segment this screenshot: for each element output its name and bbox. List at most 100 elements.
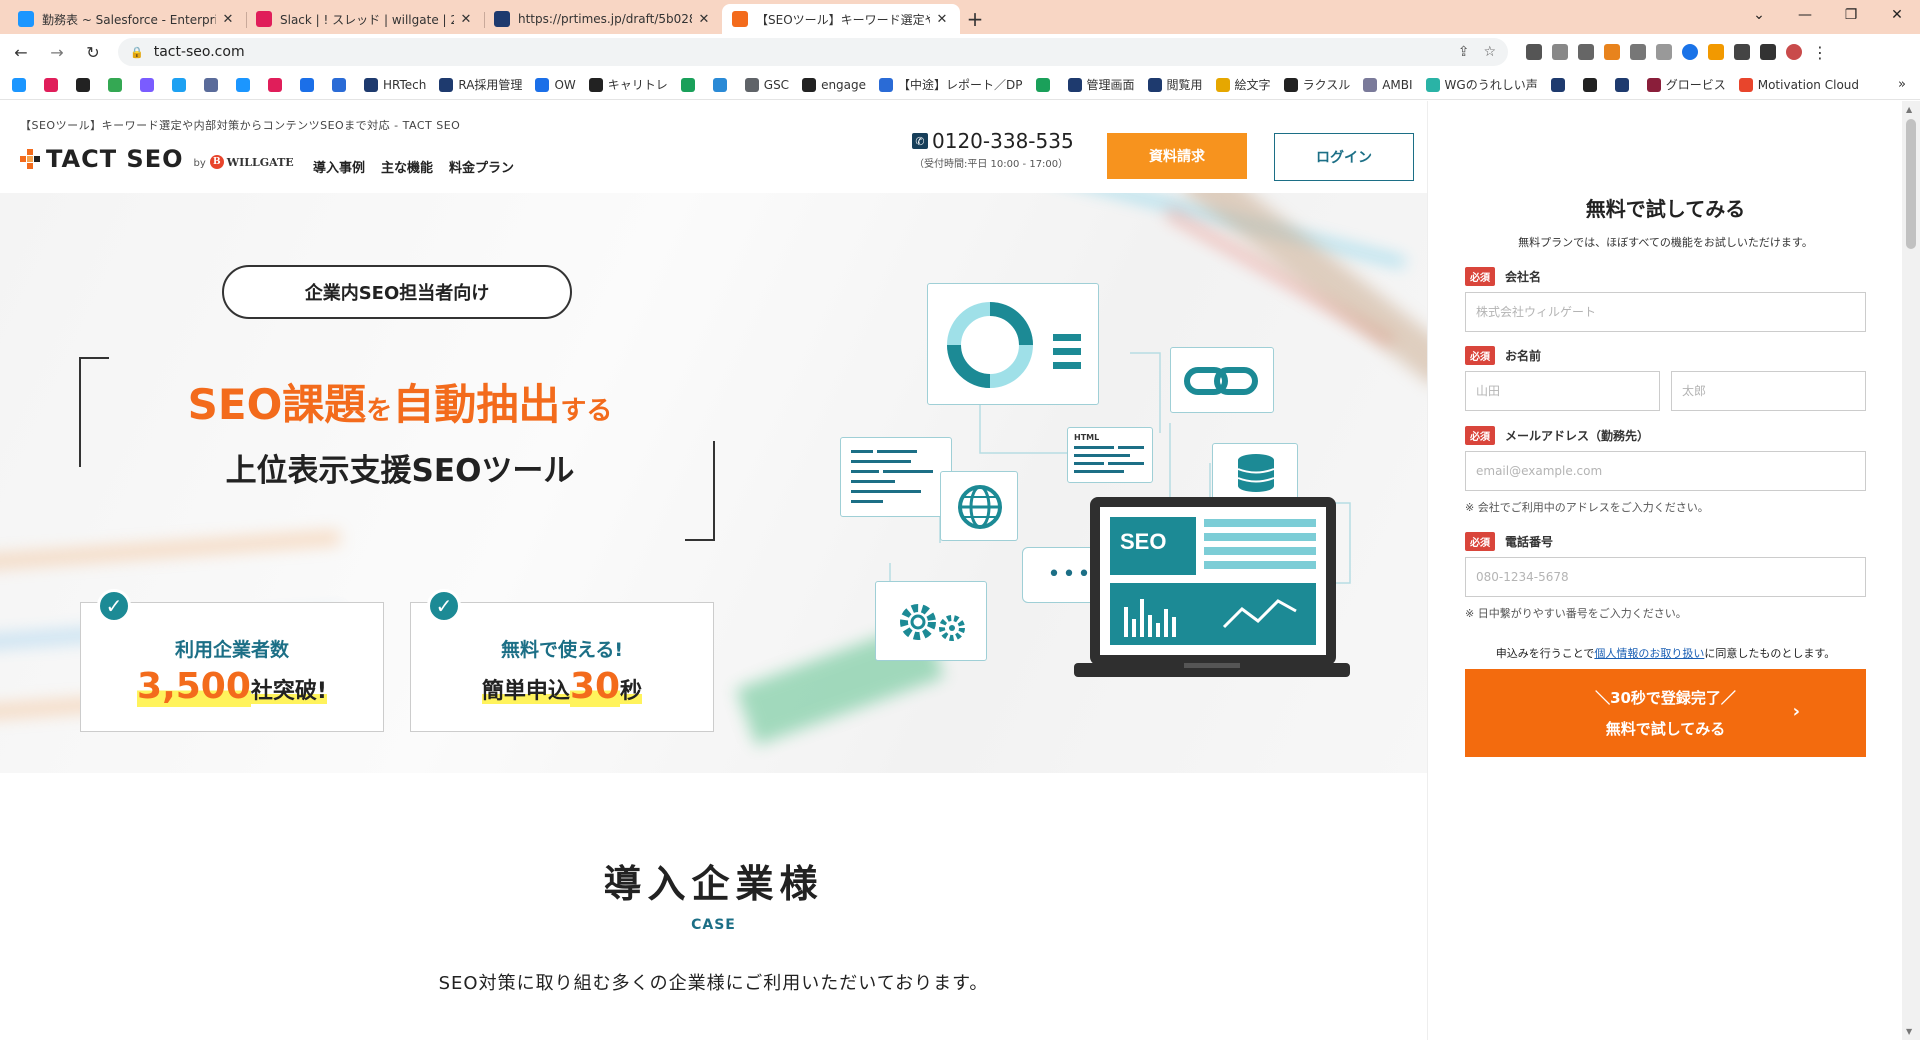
close-tab-icon[interactable]: ✕	[458, 12, 474, 27]
bookmark-item[interactable]	[204, 77, 223, 92]
bookmark-item[interactable]: ラクスル	[1283, 76, 1350, 93]
close-tab-icon[interactable]: ✕	[934, 12, 950, 27]
scrollbar-thumb[interactable]	[1906, 119, 1916, 249]
extension-icon[interactable]	[1682, 44, 1698, 60]
window-controls: ⌄ — ❐ ✕	[1736, 0, 1920, 30]
database-card	[1212, 443, 1298, 501]
bookmark-item[interactable]: グロービス	[1646, 76, 1726, 93]
close-tab-icon[interactable]: ✕	[696, 12, 712, 27]
nav-cases[interactable]: 導入事例	[313, 157, 365, 176]
bookmark-label: OW	[554, 77, 576, 92]
tab-title: Slack | ! スレッド | willgate | 20 件の	[280, 12, 454, 27]
first-name-input[interactable]	[1671, 371, 1866, 411]
bookmark-item[interactable]: AMBI	[1363, 77, 1413, 92]
maximize-icon[interactable]: ❐	[1828, 0, 1874, 30]
browser-tab[interactable]: https://prtimes.jp/draft/5b028fd ✕	[484, 4, 722, 34]
minimize-icon[interactable]: —	[1782, 0, 1828, 30]
side-panel-icon[interactable]	[1760, 44, 1776, 60]
bookmark-item[interactable]: Motivation Cloud	[1738, 77, 1859, 92]
bookmark-item[interactable]	[236, 77, 255, 92]
new-tab-button[interactable]: +	[960, 4, 990, 34]
browser-tab[interactable]: 勤務表 ~ Salesforce - Enterprise ✕	[8, 4, 246, 34]
puzzle-icon[interactable]	[1734, 44, 1750, 60]
bookmark-star-icon[interactable]: ☆	[1483, 44, 1496, 60]
url-omnibox[interactable]: 🔒 tact-seo.com ⇪ ☆	[118, 38, 1508, 66]
bookmark-item[interactable]: 管理画面	[1067, 76, 1135, 93]
bookmark-item[interactable]	[108, 77, 127, 92]
menu-dots-icon[interactable]: ⋮	[1812, 43, 1828, 62]
extension-icon[interactable]	[1578, 44, 1594, 60]
bookmark-item[interactable]	[172, 77, 191, 92]
extension-icon[interactable]	[1630, 44, 1646, 60]
bookmark-item[interactable]: キャリトレ	[588, 76, 668, 93]
bookmark-favicon-icon	[332, 77, 346, 92]
bookmark-item[interactable]	[268, 77, 287, 92]
forward-icon[interactable]: →	[42, 37, 72, 67]
last-name-input[interactable]	[1465, 371, 1660, 411]
reload-icon[interactable]: ↻	[78, 37, 108, 67]
bookmark-item[interactable]: 【中途】レポート／DP	[879, 76, 1023, 93]
tab-search-icon[interactable]: ⌄	[1736, 0, 1782, 30]
bookmark-item[interactable]	[680, 77, 700, 92]
profile-avatar[interactable]	[1786, 44, 1802, 60]
bookmark-item[interactable]	[1582, 77, 1602, 92]
bookmark-item[interactable]	[1035, 77, 1055, 92]
metamask-icon[interactable]	[1604, 44, 1620, 60]
phone-input[interactable]	[1465, 557, 1866, 597]
bookmark-item[interactable]: 閲覧用	[1147, 76, 1203, 93]
submit-trial-button[interactable]: ＼30秒で登録完了／ 無料で試してみる ›	[1465, 669, 1866, 757]
bookmark-item[interactable]	[712, 77, 732, 92]
privacy-policy-link[interactable]: 個人情報のお取り扱い	[1594, 647, 1704, 660]
company-input[interactable]	[1465, 292, 1866, 332]
bookmark-favicon-icon	[1550, 77, 1565, 92]
back-icon[interactable]: ←	[6, 37, 36, 67]
bookmark-item[interactable]	[300, 77, 319, 92]
seo-tool-illustration: HTML ••• SEO	[830, 283, 1360, 703]
nav-features[interactable]: 主な機能	[381, 157, 433, 176]
bookmark-item[interactable]	[1614, 77, 1634, 92]
bookmark-favicon-icon	[802, 77, 817, 92]
browser-tab[interactable]: 【SEOツール】キーワード選定や内部対 ✕	[722, 4, 960, 34]
extension-icon[interactable]	[1526, 44, 1542, 60]
extension-icon[interactable]	[1656, 44, 1672, 60]
bookmark-item[interactable]: WGのうれしい声	[1425, 76, 1538, 93]
share-icon[interactable]: ⇪	[1458, 44, 1470, 60]
extension-icon[interactable]	[1708, 44, 1724, 60]
nav-pricing[interactable]: 料金プラン	[449, 157, 514, 176]
stat-value: 3,500社突破!	[137, 666, 327, 707]
request-docs-button[interactable]: 資料請求	[1107, 133, 1247, 179]
bookmark-item[interactable]: RA採用管理	[439, 76, 522, 93]
login-button[interactable]: ログイン	[1274, 133, 1414, 181]
bookmark-item[interactable]	[1550, 77, 1570, 92]
bookmark-item[interactable]: HRTech	[364, 77, 426, 92]
bookmark-item[interactable]	[140, 77, 159, 92]
site-logo[interactable]: TACT SEO by B WILLGATE	[20, 145, 294, 173]
scroll-down-icon[interactable]: ▼	[1906, 1027, 1912, 1036]
close-tab-icon[interactable]: ✕	[220, 12, 236, 27]
email-input[interactable]	[1465, 451, 1866, 491]
laptop-illustration: SEO	[1074, 497, 1350, 683]
bookmark-favicon-icon	[1035, 77, 1050, 92]
required-badge: 必須	[1465, 346, 1495, 365]
bookmark-item[interactable]: 絵文字	[1215, 76, 1271, 93]
bookmark-item[interactable]	[44, 77, 63, 92]
bookmark-item[interactable]: OW	[535, 77, 576, 92]
bookmark-item[interactable]: engage	[802, 77, 866, 92]
bookmark-item[interactable]: GSC	[744, 77, 789, 92]
bookmark-item[interactable]	[332, 77, 351, 92]
extension-icon[interactable]	[1552, 44, 1568, 60]
bookmark-item[interactable]	[76, 77, 95, 92]
tab-title: https://prtimes.jp/draft/5b028fd	[518, 12, 692, 26]
tab-favicon-icon	[732, 11, 748, 27]
close-window-icon[interactable]: ✕	[1874, 0, 1920, 30]
stat-card-free: ✓ 無料で使える! 簡単申込30秒	[410, 589, 714, 732]
phone-number[interactable]: 0120-338-535	[932, 129, 1074, 153]
form-subtitle: 無料プランでは、ほぼすべての機能をお試しいただけます。	[1518, 236, 1813, 249]
bookmarks-more-icon[interactable]: »	[1898, 77, 1906, 92]
scroll-up-icon[interactable]: ▲	[1906, 105, 1912, 114]
bookmark-item[interactable]	[12, 77, 31, 92]
browser-tab[interactable]: Slack | ! スレッド | willgate | 20 件の ✕	[246, 4, 484, 34]
phone-note: ※ 日中繋がりやすい番号をご入力ください。	[1465, 607, 1687, 620]
lock-icon[interactable]: 🔒	[130, 46, 144, 59]
page-scrollbar[interactable]: ▲ ▼	[1902, 101, 1920, 1040]
